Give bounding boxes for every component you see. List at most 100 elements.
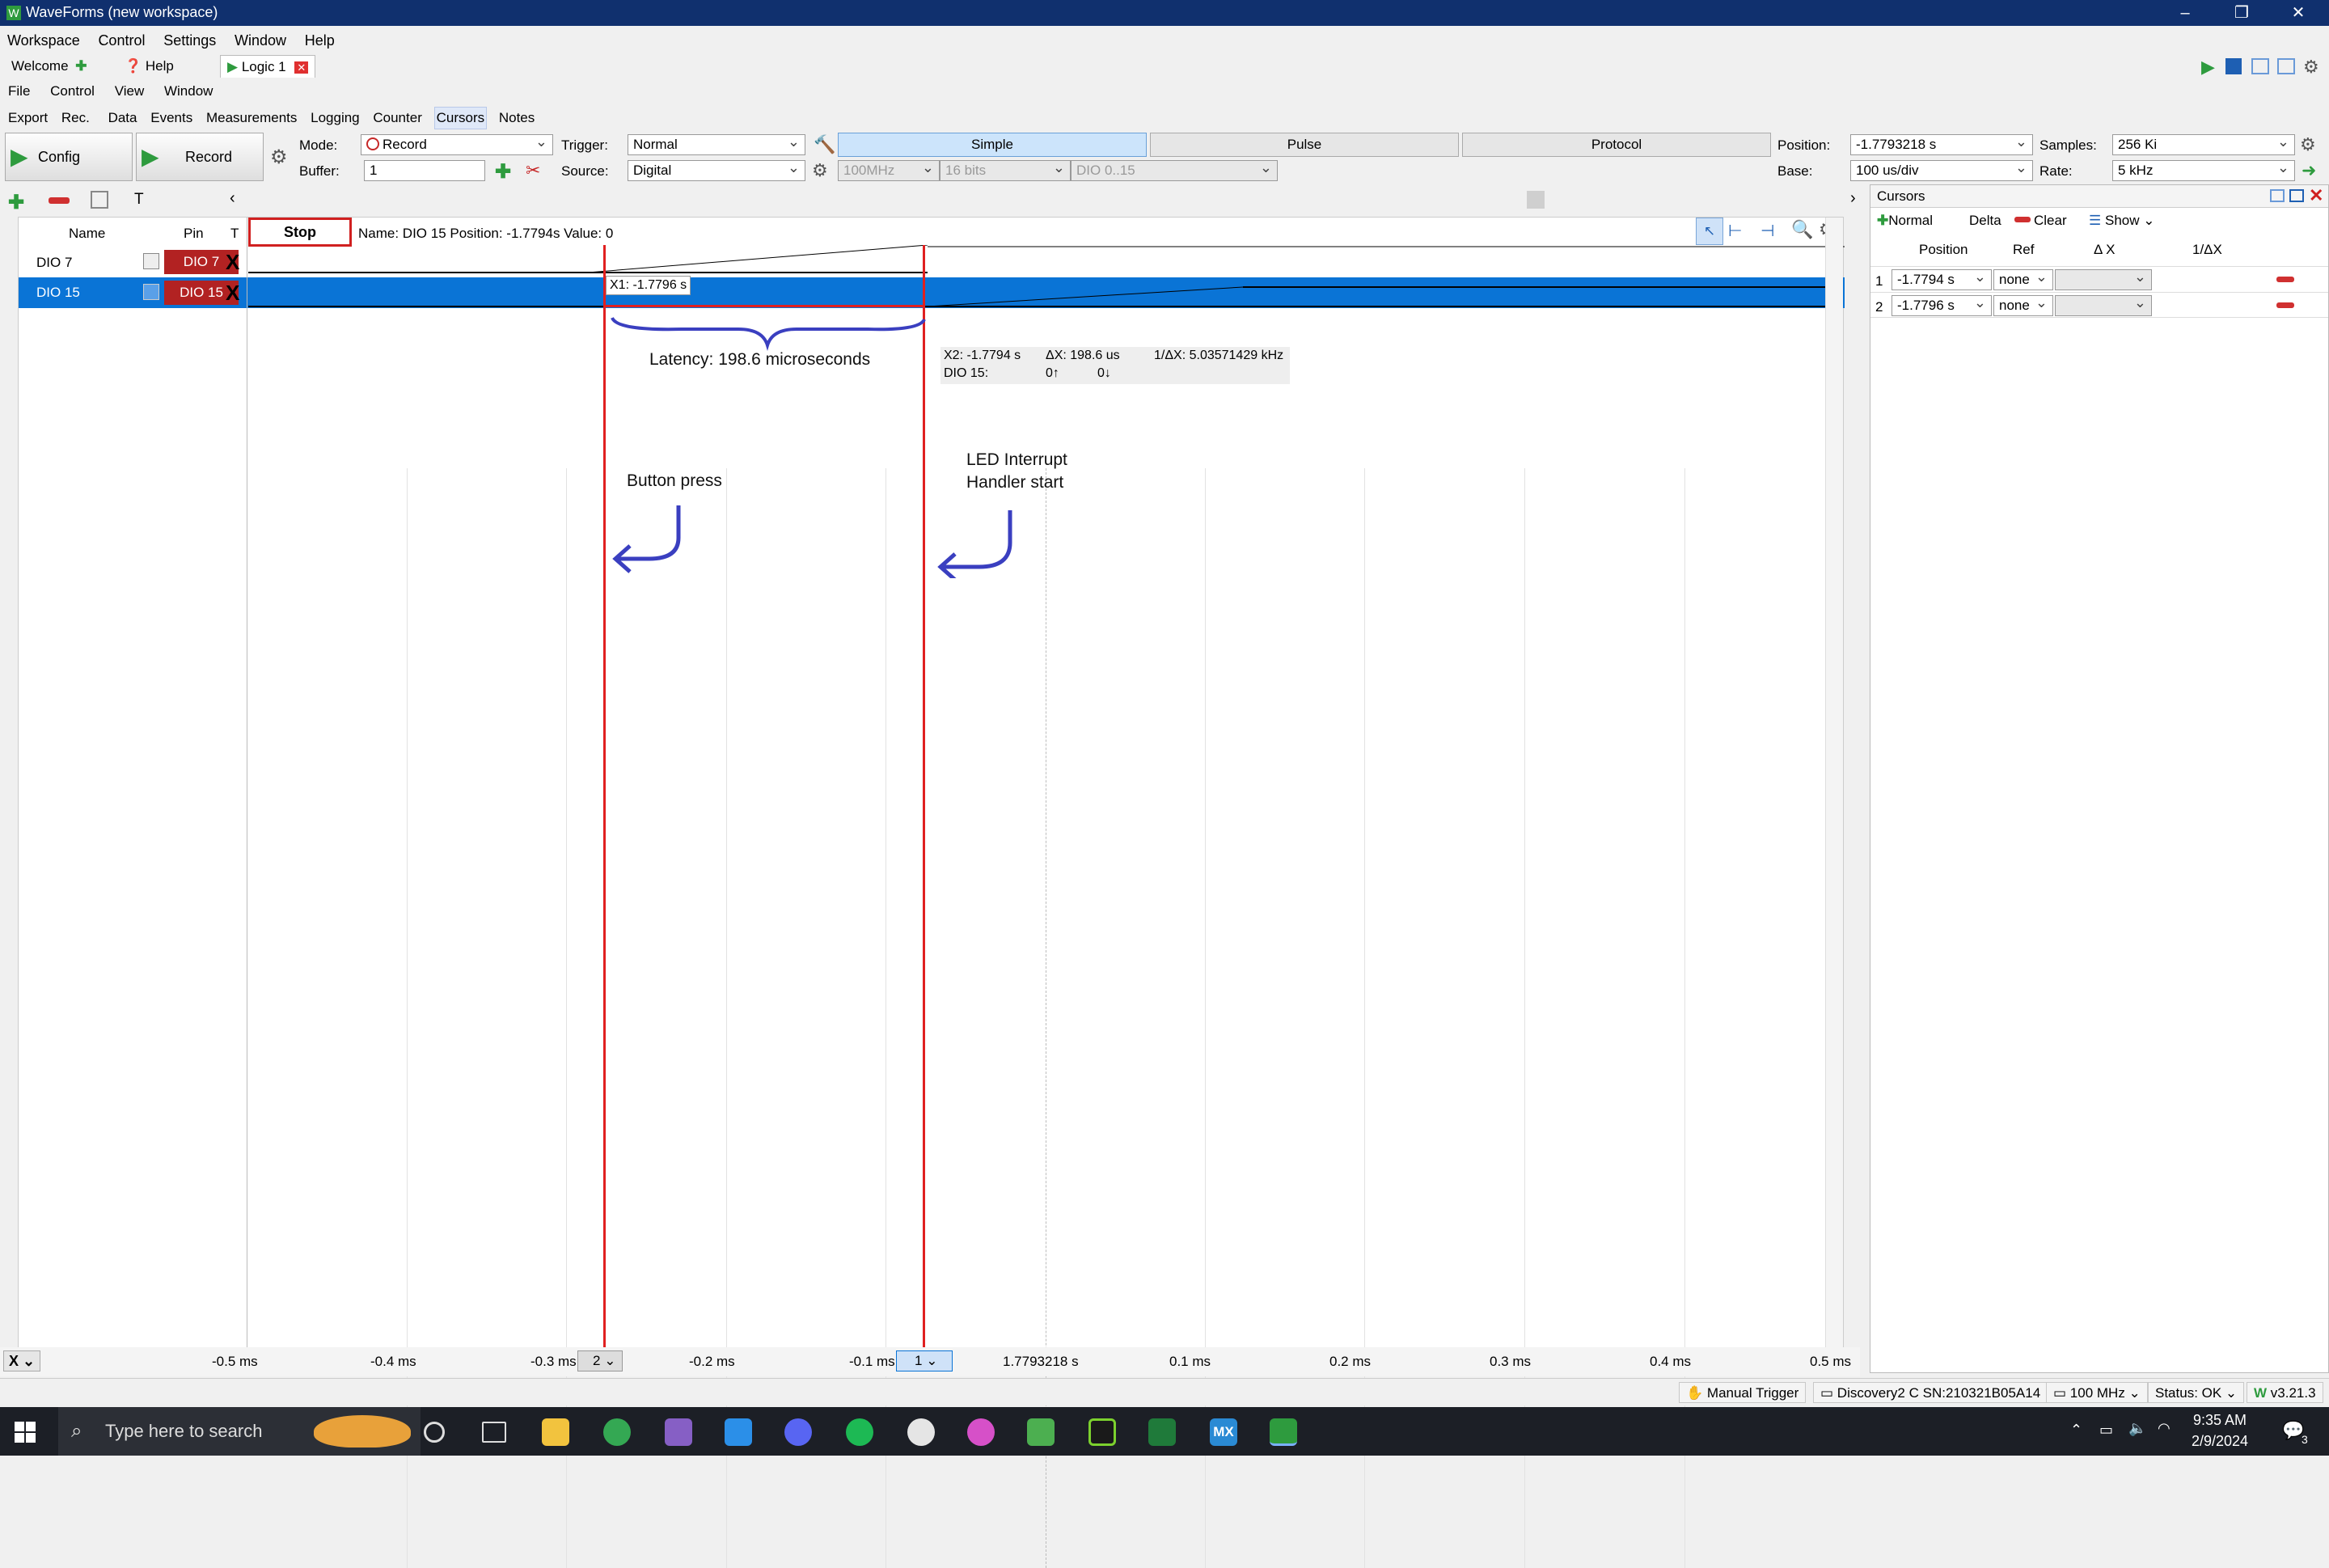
table-row[interactable]: 2 -1.7796 s none bbox=[1870, 292, 2328, 318]
axis-menu-icon[interactable]: X ⌄ bbox=[3, 1350, 40, 1371]
waveforms-active-icon[interactable] bbox=[1270, 1418, 1297, 1446]
expand-right-icon[interactable]: › bbox=[1850, 189, 1856, 208]
menu-data[interactable]: Data bbox=[107, 108, 139, 129]
tab-welcome[interactable]: Welcome ✚ bbox=[5, 55, 94, 78]
cortana-icon[interactable] bbox=[424, 1422, 445, 1443]
vscode-icon[interactable] bbox=[725, 1418, 752, 1446]
panel-float-icon[interactable] bbox=[2270, 189, 2285, 202]
menu-rec[interactable]: Rec. bbox=[60, 108, 91, 129]
record-button[interactable]: ▶ Record bbox=[136, 133, 264, 181]
cursor-x2-line[interactable] bbox=[923, 245, 925, 1350]
add-buffer-icon[interactable]: ✚ bbox=[495, 160, 511, 184]
manual-trigger-button[interactable]: ✋ Manual Trigger bbox=[1679, 1382, 1807, 1403]
acquisition-gear-icon[interactable]: ⚙ bbox=[270, 146, 288, 169]
cascade-icon[interactable] bbox=[2251, 58, 2269, 74]
delta-cursor-button[interactable]: Delta bbox=[1969, 213, 2001, 229]
config-button[interactable]: ▶ Config bbox=[5, 133, 133, 181]
menu-workspace[interactable]: Workspace bbox=[0, 29, 87, 52]
bits-select[interactable]: 16 bits bbox=[940, 158, 1071, 181]
remove-cursor-icon[interactable] bbox=[2276, 277, 2294, 282]
menu-measurements[interactable]: Measurements bbox=[205, 108, 298, 129]
cursor-position-input[interactable]: -1.7796 s bbox=[1892, 293, 1992, 316]
rate-arrow-icon[interactable]: ➜ bbox=[2302, 160, 2316, 181]
trigger-hammer-icon[interactable]: 🔨 bbox=[814, 134, 835, 155]
protocol-trigger-button[interactable]: Protocol bbox=[1462, 133, 1771, 157]
settings-gear-icon[interactable]: ⚙ bbox=[2303, 57, 2319, 78]
run-all-icon[interactable]: ▶ bbox=[2201, 57, 2221, 77]
chrome-icon[interactable] bbox=[603, 1418, 631, 1446]
rate-select[interactable]: 5 kHz bbox=[2112, 158, 2295, 181]
show-cursors-button[interactable]: ☰ Show ⌄ bbox=[2089, 213, 2154, 229]
waveforms-app-icon[interactable] bbox=[1148, 1418, 1176, 1446]
menu-counter[interactable]: Counter bbox=[371, 108, 423, 129]
stop-button[interactable]: Stop bbox=[248, 218, 352, 247]
visual-studio-icon[interactable] bbox=[665, 1418, 692, 1446]
paint-icon[interactable] bbox=[907, 1418, 935, 1446]
channel-edit-icon[interactable] bbox=[143, 253, 159, 269]
zoom-icon[interactable]: 🔍 bbox=[1791, 219, 1813, 240]
menu-view[interactable]: View bbox=[113, 81, 146, 102]
cursor-2-badge[interactable]: 2 ⌄ bbox=[577, 1350, 623, 1371]
cursor-ref-select[interactable]: none bbox=[1993, 267, 2053, 290]
tab-logic[interactable]: ▶ Logic 1 ✕ bbox=[220, 55, 316, 78]
task-view-icon[interactable] bbox=[482, 1422, 506, 1443]
game-app-icon[interactable] bbox=[1088, 1418, 1116, 1446]
samples-gear-icon[interactable]: ⚙ bbox=[2300, 134, 2316, 155]
discord-icon[interactable] bbox=[784, 1418, 812, 1446]
add-icon[interactable]: ✚ bbox=[75, 58, 87, 74]
tray-chevron-icon[interactable]: ⌃ bbox=[2070, 1422, 2082, 1439]
add-channel-icon[interactable]: ✚ bbox=[8, 191, 24, 214]
wifi-icon[interactable]: ◠ bbox=[2158, 1420, 2170, 1437]
waveform-panel[interactable]: Name Pin T Stop Name: DIO 15 Position: -… bbox=[18, 217, 1845, 1568]
edit-channel-icon[interactable] bbox=[91, 191, 108, 209]
cursor-tool-icon[interactable]: ⊢ bbox=[1728, 221, 1742, 241]
notes-app-icon[interactable] bbox=[1027, 1418, 1055, 1446]
dio-range-select[interactable]: DIO 0..15 bbox=[1071, 158, 1278, 181]
panel-max-icon[interactable] bbox=[2289, 189, 2304, 202]
clear-cursors-button[interactable]: Clear bbox=[2014, 213, 2067, 229]
device-button[interactable]: ▭ Discovery2 C SN:210321B05A14 bbox=[1813, 1382, 2048, 1403]
position-input[interactable]: -1.7793218 s bbox=[1850, 132, 2033, 155]
cursor-position-input[interactable]: -1.7794 s bbox=[1892, 267, 1992, 290]
restore-icon[interactable]: ❐ bbox=[2217, 2, 2266, 24]
menu-logging[interactable]: Logging bbox=[309, 108, 361, 129]
add-normal-cursor-button[interactable]: ✚Normal bbox=[1877, 213, 1933, 229]
channel-edit-icon[interactable] bbox=[143, 284, 159, 300]
menu-inst-window[interactable]: Window bbox=[163, 81, 214, 102]
cursor-ref-select[interactable]: none bbox=[1993, 293, 2053, 316]
simple-trigger-button[interactable]: Simple bbox=[838, 133, 1147, 157]
clock-time[interactable]: 9:35 AM bbox=[2193, 1412, 2247, 1429]
cursor-delta-select[interactable] bbox=[2055, 267, 2152, 290]
scissors-icon[interactable]: ✂ bbox=[526, 160, 540, 181]
remove-channel-icon[interactable] bbox=[49, 197, 70, 204]
tile-icon[interactable] bbox=[2277, 58, 2295, 74]
source-select[interactable]: Digital bbox=[628, 158, 805, 181]
taskbar-search-input[interactable]: ⌕ Type here to search bbox=[58, 1407, 421, 1456]
close-tab-icon[interactable]: ✕ bbox=[294, 61, 309, 74]
trigger-condition[interactable]: X bbox=[226, 250, 239, 275]
trigger-condition[interactable]: X bbox=[226, 281, 239, 306]
cursor-x1-line[interactable] bbox=[603, 245, 606, 1350]
table-row[interactable]: 1 -1.7794 s none bbox=[1870, 266, 2328, 292]
samples-select[interactable]: 256 Ki bbox=[2112, 132, 2295, 155]
pointer-tool-icon[interactable]: ↖ bbox=[1696, 218, 1723, 245]
mode-select[interactable]: Record bbox=[361, 132, 553, 155]
menu-cursors[interactable]: Cursors bbox=[433, 107, 488, 129]
menu-inst-control[interactable]: Control bbox=[49, 81, 96, 102]
buffer-spinbox[interactable]: 1 bbox=[364, 160, 485, 181]
text-tool-icon[interactable]: T bbox=[134, 191, 144, 209]
battery-icon[interactable]: ▭ bbox=[2099, 1422, 2113, 1439]
menu-window[interactable]: Window bbox=[227, 29, 294, 52]
menu-events[interactable]: Events bbox=[149, 108, 194, 129]
remove-cursor-icon[interactable] bbox=[2276, 302, 2294, 308]
menu-export[interactable]: Export bbox=[6, 108, 49, 129]
menu-help[interactable]: Help bbox=[298, 29, 342, 52]
menu-file[interactable]: File bbox=[6, 81, 32, 102]
base-select[interactable]: 100 us/div bbox=[1850, 158, 2033, 181]
vertical-scrollbar[interactable] bbox=[1825, 218, 1843, 1348]
pulse-trigger-button[interactable]: Pulse bbox=[1150, 133, 1459, 157]
volume-icon[interactable]: 🔈 bbox=[2128, 1420, 2146, 1437]
tab-help[interactable]: ❓ Help bbox=[118, 55, 180, 78]
menu-control[interactable]: Control bbox=[91, 29, 152, 52]
drop-app-icon[interactable] bbox=[967, 1418, 995, 1446]
